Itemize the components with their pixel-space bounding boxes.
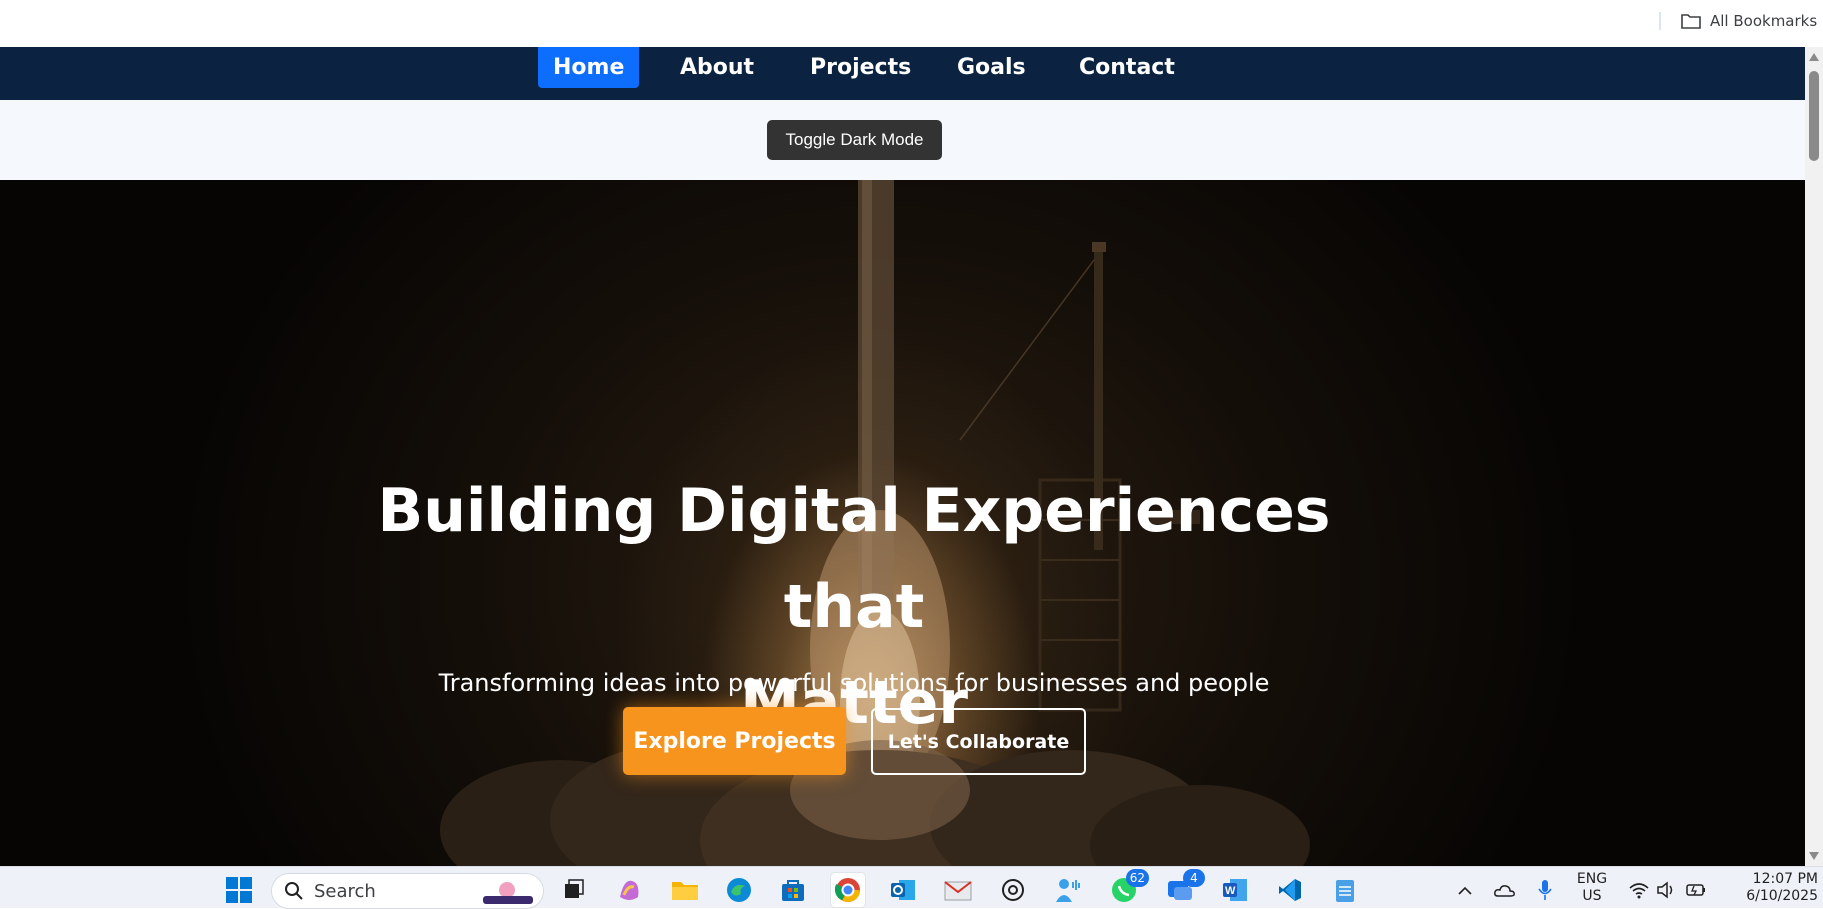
chrome-icon[interactable]	[831, 873, 865, 907]
lets-collaborate-button[interactable]: Let's Collaborate	[871, 708, 1086, 775]
chevron-up-icon[interactable]	[1448, 873, 1482, 907]
messages-icon[interactable]: 4	[1163, 869, 1205, 907]
whatsapp-icon[interactable]: 62	[1107, 869, 1149, 907]
windows-start-icon[interactable]	[222, 873, 256, 907]
onedrive-icon[interactable]	[1488, 873, 1522, 907]
nav-item-goals[interactable]: Goals	[942, 47, 1041, 88]
clock-date: 6/10/2025	[1746, 888, 1818, 904]
file-explorer-icon[interactable]	[668, 873, 702, 907]
input-language[interactable]: ENG US	[1570, 871, 1614, 905]
mail-icon[interactable]	[941, 873, 975, 907]
clock[interactable]: 12:07 PM 6/10/2025	[1718, 871, 1818, 905]
bookmarks-divider	[1659, 12, 1661, 30]
scroll-up-icon[interactable]	[1809, 53, 1819, 61]
messages-badge: 4	[1183, 869, 1205, 887]
battery-icon[interactable]	[1680, 873, 1714, 907]
hero-subtitle: Transforming ideas into powerful solutio…	[438, 669, 1270, 697]
outlook-icon[interactable]	[886, 873, 920, 907]
search-highlight-icon	[483, 882, 533, 904]
explore-projects-button[interactable]: Explore Projects	[623, 707, 846, 775]
site-navigation: Home About Projects Goals Contact	[0, 47, 1805, 100]
scroll-down-icon[interactable]	[1809, 852, 1819, 860]
language-label: ENG	[1576, 871, 1608, 887]
region-label: US	[1582, 888, 1602, 904]
nav-item-contact[interactable]: Contact	[1064, 47, 1190, 88]
task-view-icon[interactable]	[556, 873, 590, 907]
voice-access-icon[interactable]	[1050, 873, 1084, 907]
notepad-icon[interactable]	[1328, 873, 1362, 907]
vscode-icon[interactable]	[1273, 873, 1307, 907]
nav-item-home[interactable]: Home	[538, 47, 640, 88]
page-viewport: Home About Projects Goals Contact Toggle…	[0, 47, 1805, 866]
whatsapp-badge: 62	[1125, 869, 1149, 887]
volume-icon[interactable]	[1650, 873, 1684, 907]
nav-item-about[interactable]: About	[665, 47, 769, 88]
search-placeholder: Search	[314, 880, 376, 902]
edge-icon[interactable]	[722, 873, 756, 907]
microphone-icon[interactable]	[1528, 873, 1562, 907]
taskbar: Search 62 4 W ENG US 12:07 PM 6/10/2025	[0, 866, 1823, 909]
search-icon	[285, 882, 303, 900]
hero-title: Building Digital Experiences that Matter	[300, 463, 1408, 751]
hero-section: Building Digital Experiences that Matter…	[0, 180, 1805, 866]
bookmarks-bar: All Bookmarks	[0, 0, 1823, 47]
hero-title-line1: Building Digital Experiences that	[377, 476, 1331, 642]
word-icon[interactable]: W	[1218, 873, 1252, 907]
chatgpt-icon[interactable]	[996, 873, 1030, 907]
taskbar-search-box[interactable]: Search	[271, 873, 544, 909]
copilot-icon[interactable]	[612, 873, 646, 907]
all-bookmarks-button[interactable]: All Bookmarks	[1680, 10, 1817, 32]
folder-icon	[1681, 14, 1701, 29]
page-scrollbar[interactable]	[1805, 47, 1823, 866]
scroll-thumb[interactable]	[1809, 71, 1819, 161]
theme-toggle-bar: Toggle Dark Mode	[0, 100, 1805, 180]
toggle-dark-mode-button[interactable]: Toggle Dark Mode	[767, 120, 942, 160]
svg-text:W: W	[1225, 885, 1236, 897]
clock-time: 12:07 PM	[1752, 871, 1818, 887]
microsoft-store-icon[interactable]	[776, 873, 810, 907]
all-bookmarks-label: All Bookmarks	[1710, 12, 1818, 30]
nav-item-projects[interactable]: Projects	[795, 47, 926, 88]
